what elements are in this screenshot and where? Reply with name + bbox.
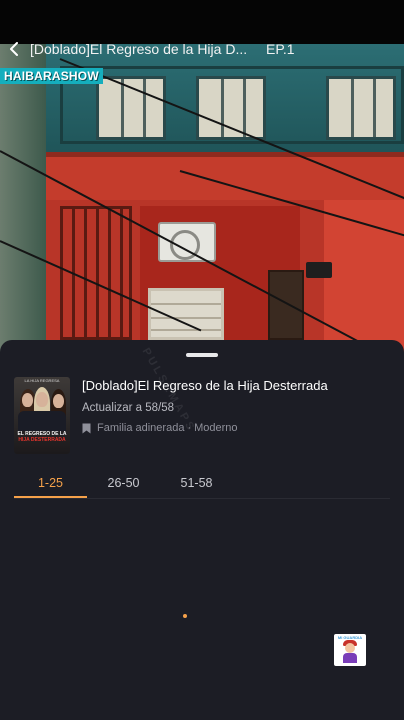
episodes-sheet: PULSEMAPS LA HIJA REGRESA EL REGRESO DE …	[0, 340, 404, 720]
sticker-figure	[345, 643, 355, 653]
scene-lamp	[306, 262, 332, 278]
bookmark-icon	[82, 423, 91, 433]
tab-51-58[interactable]: 51-58	[160, 470, 233, 498]
poster-figure	[53, 394, 64, 408]
series-tags: Familia adinerada · Moderno	[82, 422, 238, 434]
tag-separator: ·	[187, 422, 192, 434]
poster-figure	[22, 393, 33, 407]
episode-range-tabs: 1-25 26-50 51-58	[14, 470, 233, 498]
scene-ac-unit	[158, 222, 216, 262]
update-status: Actualizar a 58/58	[82, 402, 175, 414]
scene-left-wall	[0, 44, 46, 360]
header-title: [Doblado]El Regreso de la Hija D...	[30, 41, 248, 57]
poster-figure	[18, 411, 66, 431]
tab-1-25[interactable]: 1-25	[14, 470, 87, 498]
chevron-left-icon	[10, 42, 18, 56]
series-title: [Doblado]El Regreso de la Hija Desterrad…	[82, 378, 328, 393]
tabs-divider	[14, 498, 390, 499]
scene-lower-window	[148, 288, 224, 340]
scene-window	[326, 76, 396, 140]
top-bar: [Doblado]El Regreso de la Hija D... EP.1	[0, 32, 404, 66]
channel-tag: HAIBARASHOW	[0, 68, 103, 84]
poster-figure	[36, 392, 48, 407]
poster-top-text: LA HIJA REGRESA	[24, 378, 60, 383]
episode-label: EP.1	[266, 41, 295, 57]
poster-title: HIJA DESTERRADA	[18, 437, 66, 443]
sticker-image: MI GUARDIA	[334, 634, 366, 666]
sticker-figure	[343, 653, 357, 663]
scene-window	[196, 76, 266, 140]
tag[interactable]: Moderno	[194, 422, 237, 434]
series-poster[interactable]: LA HIJA REGRESA EL REGRESO DE LA HIJA DE…	[14, 377, 70, 454]
drag-handle[interactable]	[186, 353, 218, 357]
scene-side-door	[268, 270, 304, 340]
back-button[interactable]	[0, 32, 30, 66]
scene-window	[96, 76, 166, 140]
tag[interactable]: Familia adinerada	[97, 422, 184, 434]
loading-indicator	[183, 614, 187, 618]
tab-26-50[interactable]: 26-50	[87, 470, 160, 498]
